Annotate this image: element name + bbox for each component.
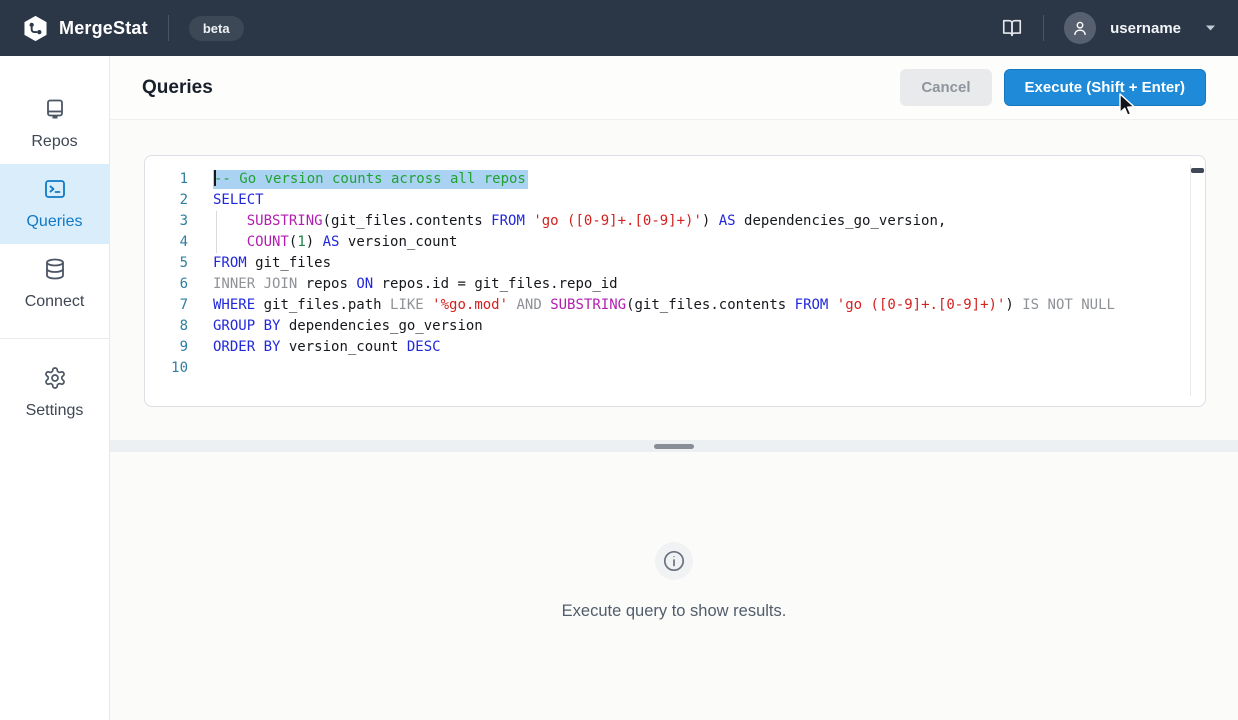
- code-line-content: SELECT: [213, 190, 264, 211]
- sidebar-item-label: Settings: [26, 402, 84, 420]
- resize-handle[interactable]: [654, 444, 694, 449]
- sidebar-item-label: Repos: [31, 133, 77, 151]
- code-line[interactable]: 3 SUBSTRING(git_files.contents FROM 'go …: [145, 211, 1205, 232]
- code-area[interactable]: 1 -- Go version counts across all repos 2 S…: [145, 156, 1205, 406]
- line-number: 6: [145, 274, 188, 295]
- sidebar-item-label: Connect: [25, 293, 85, 311]
- line-number: 5: [145, 253, 188, 274]
- text-selection: -- Go version counts across all repos: [213, 170, 528, 189]
- code-line[interactable]: 7 WHERE git_files.path LIKE '%go.mod' AND…: [145, 295, 1205, 316]
- line-number: 2: [145, 190, 188, 211]
- code-line-content: COUNT(1) AS version_count: [213, 232, 457, 253]
- navbar-divider: [168, 15, 169, 41]
- line-number: 7: [145, 295, 188, 316]
- beta-badge: beta: [189, 16, 244, 41]
- code-line-content: FROM git_files: [213, 253, 331, 274]
- top-navbar: MergeStat beta username: [0, 0, 1238, 56]
- database-icon: [43, 257, 67, 286]
- code-line-content: WHERE git_files.path LIKE '%go.mod' AND …: [213, 295, 1115, 316]
- navbar-divider: [1043, 15, 1044, 41]
- sidebar-item-settings[interactable]: Settings: [0, 353, 109, 433]
- page-header: Queries Cancel Execute (Shift + Enter): [110, 56, 1238, 120]
- code-line[interactable]: 6 INNER JOIN repos ON repos.id = git_file…: [145, 274, 1205, 295]
- panel-resizer[interactable]: [110, 440, 1238, 452]
- line-number: 9: [145, 337, 188, 358]
- page-title: Queries: [142, 77, 213, 99]
- code-line-content: ORDER BY version_count DESC: [213, 337, 441, 358]
- line-number: 1: [145, 169, 188, 190]
- code-line[interactable]: 10: [145, 358, 1205, 379]
- code-line[interactable]: 2 SELECT: [145, 190, 1205, 211]
- code-line-content: SUBSTRING(git_files.contents FROM 'go ([…: [213, 211, 946, 232]
- cancel-button[interactable]: Cancel: [900, 69, 991, 106]
- info-icon: [655, 542, 693, 580]
- sql-editor[interactable]: 1 -- Go version counts across all repos 2 S…: [144, 155, 1206, 407]
- docs-book-icon[interactable]: [1001, 17, 1023, 39]
- brand-name: MergeStat: [59, 18, 148, 39]
- sidebar-item-connect[interactable]: Connect: [0, 244, 109, 324]
- repo-icon: [43, 97, 67, 126]
- code-line-content: GROUP BY dependencies_go_version: [213, 316, 483, 337]
- main-area: Queries Cancel Execute (Shift + Enter) 1…: [110, 56, 1238, 720]
- line-number: 8: [145, 316, 188, 337]
- results-panel: Execute query to show results.: [110, 452, 1238, 720]
- sidebar-divider: [0, 338, 109, 339]
- empty-results-message: Execute query to show results.: [562, 602, 787, 621]
- code-line[interactable]: 5 FROM git_files: [145, 253, 1205, 274]
- mergestat-logo-icon: [22, 15, 49, 42]
- terminal-icon: [43, 177, 67, 206]
- query-panel: 1 -- Go version counts across all repos 2 S…: [110, 120, 1238, 440]
- user-menu[interactable]: username: [1064, 12, 1216, 44]
- execute-button[interactable]: Execute (Shift + Enter): [1004, 69, 1206, 106]
- code-line[interactable]: 4 COUNT(1) AS version_count: [145, 232, 1205, 253]
- brand[interactable]: MergeStat: [22, 15, 148, 42]
- scrollbar-thumb[interactable]: [1191, 168, 1204, 173]
- code-line-content: -- Go version counts across all repos: [213, 169, 528, 190]
- sidebar-item-label: Queries: [26, 213, 82, 231]
- code-line-content: INNER JOIN repos ON repos.id = git_files…: [213, 274, 618, 295]
- sidebar-item-repos[interactable]: Repos: [0, 84, 109, 164]
- line-number: 10: [145, 358, 188, 379]
- gear-icon: [43, 366, 67, 395]
- sidebar-item-queries[interactable]: Queries: [0, 164, 109, 244]
- line-number: 3: [145, 211, 188, 232]
- sidebar: Repos Queries Connect S: [0, 56, 110, 720]
- scrollbar-track: [1190, 164, 1191, 396]
- code-line[interactable]: 1 -- Go version counts across all repos: [145, 169, 1205, 190]
- line-number: 4: [145, 232, 188, 253]
- username-label: username: [1110, 20, 1181, 37]
- code-line[interactable]: 9 ORDER BY version_count DESC: [145, 337, 1205, 358]
- avatar: [1064, 12, 1096, 44]
- code-line[interactable]: 8 GROUP BY dependencies_go_version: [145, 316, 1205, 337]
- chevron-down-icon: [1205, 24, 1216, 32]
